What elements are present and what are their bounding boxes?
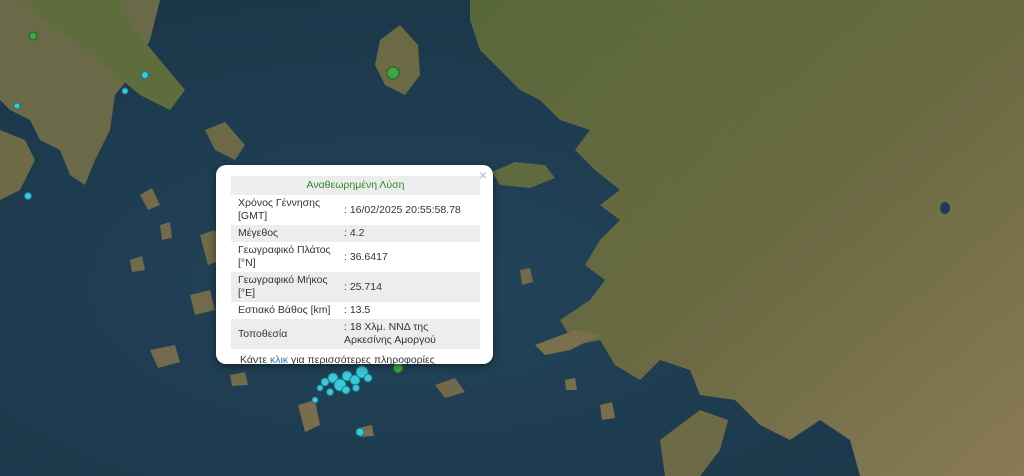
popup-header: Αναθεωρημένη Λύση [231,176,480,195]
earthquake-marker-cyan[interactable] [141,71,149,79]
table-row: Τοποθεσία : 18 Χλμ. ΝΝΔ της Αρκεσίνης Αμ… [231,319,480,349]
nisyros-island [565,378,577,390]
table-row: Μέγεθος : 4.2 [231,225,480,242]
more-info-suffix: για περισσότερες πληροφορίες [290,354,435,366]
table-row: Γεωγραφικό Μήκος [°E] : 25.714 [231,272,480,302]
earthquake-marker-green[interactable] [28,31,38,41]
more-info-line: Κάντε κλικ για περισσότερες πληροφορίες [231,354,479,366]
origin-time-label: Χρόνος Γέννησης [GMT] [238,197,321,222]
table-row: Γεωγραφικό Πλάτος [°N] : 36.6417 [231,242,480,272]
depth-value: : 13.5 [344,304,371,316]
earthquake-info-popup: × Αναθεωρημένη Λύση Χρόνος Γέννησης [GMT… [216,165,493,366]
more-info-link[interactable]: κλικ [270,354,288,366]
lake [940,202,950,214]
origin-time-value: : 16/02/2025 20:55:58.78 [344,203,461,216]
location-label: Τοποθεσία [231,319,337,349]
depth-label: Εστιακό Βάθος [km] [238,304,331,316]
latitude-value: : 36.6417 [344,250,388,263]
location-value: : 18 Χλμ. ΝΝΔ της Αρκεσίνης Αμοργού [337,319,480,349]
magnitude-value: : 4.2 [337,225,480,242]
earthquake-marker-cyan[interactable] [121,87,129,95]
earthquake-marker-cyan[interactable] [311,396,319,404]
longitude-label: Γεωγραφικό Μήκος [°E] [231,272,337,302]
more-info-prefix: Κάντε [240,354,268,366]
table-row: Χρόνος Γέννησης [GMT] : 16/02/2025 20:55… [231,195,480,225]
earthquake-details-table: Αναθεωρημένη Λύση Χρόνος Γέννησης [GMT] … [231,176,480,349]
satellite-map[interactable] [0,0,1024,476]
table-row: Εστιακό Βάθος [km] : 13.5 [231,302,480,319]
latitude-label: Γεωγραφικό Πλάτος [°N] [238,244,331,269]
syros-island [160,222,172,240]
magnitude-label: Μέγεθος [231,225,337,242]
longitude-value: : 25.714 [337,272,480,302]
earthquake-marker-cyan[interactable] [355,427,365,437]
popup-header-row: Αναθεωρημένη Λύση [231,176,480,195]
close-icon[interactable]: × [479,167,487,183]
earthquake-marker-green[interactable] [386,66,400,80]
earthquake-marker-cyan[interactable] [24,192,32,200]
earthquake-marker-cyan[interactable] [13,102,21,110]
